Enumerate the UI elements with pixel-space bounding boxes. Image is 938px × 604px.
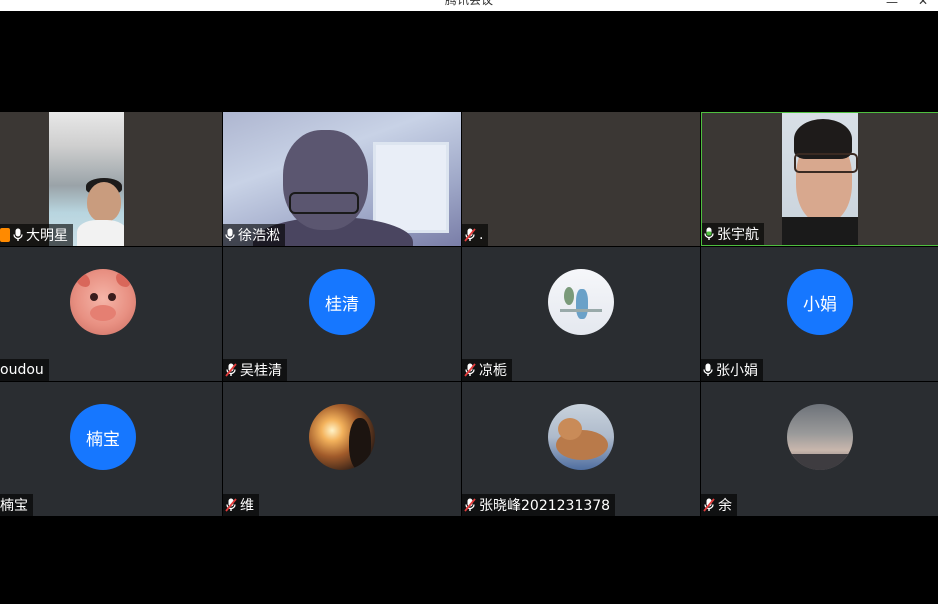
text-avatar: 小娟 bbox=[787, 269, 853, 335]
mic-muted-icon bbox=[225, 498, 237, 512]
mic-muted-icon bbox=[225, 363, 237, 377]
participant-name: 张宇航 bbox=[717, 227, 759, 243]
participant-name-label: oudou bbox=[0, 359, 49, 381]
title-bar: 腾讯会议 — ✕ bbox=[0, 0, 938, 11]
participant-name: 徐浩淞 bbox=[238, 228, 280, 244]
participant-tile-wei[interactable]: 维 bbox=[223, 382, 461, 516]
mic-on-icon bbox=[13, 228, 23, 242]
minimize-button[interactable]: — bbox=[886, 0, 898, 9]
participant-name-label: 张小娟 bbox=[701, 359, 763, 381]
participant-name-label: 维 bbox=[223, 494, 259, 516]
participant-tile-zhangxiaofeng[interactable]: 张晓峰2021231378 bbox=[462, 382, 700, 516]
participant-name-label: 凉栀 bbox=[462, 359, 512, 381]
participant-name-label: 余 bbox=[701, 494, 737, 516]
mic-muted-icon bbox=[464, 498, 476, 512]
mic-active-icon bbox=[704, 227, 714, 241]
participant-name-label: 张宇航 bbox=[702, 223, 764, 245]
participant-name-label: 张晓峰2021231378 bbox=[462, 494, 616, 516]
participant-tile-wuguiqing[interactable]: 桂清 吴桂清 bbox=[223, 247, 461, 381]
close-button[interactable]: ✕ bbox=[918, 0, 928, 8]
participant-name: 张晓峰2021231378 bbox=[479, 498, 611, 514]
text-avatar: 桂清 bbox=[309, 269, 375, 335]
participant-tile-oudou[interactable]: oudou bbox=[0, 247, 222, 381]
mic-on-icon bbox=[703, 363, 713, 377]
window-title: 腾讯会议 bbox=[444, 0, 493, 7]
participant-video bbox=[782, 113, 858, 245]
participant-tile-liangzhi[interactable]: 凉栀 bbox=[462, 247, 700, 381]
participant-name: . bbox=[479, 227, 484, 243]
participant-tile-yu[interactable]: 余 bbox=[701, 382, 938, 516]
participant-name-label: 徐浩淞 bbox=[223, 224, 285, 246]
participant-name: 楠宝 bbox=[0, 498, 28, 514]
participant-name-label: 楠宝 bbox=[0, 494, 33, 516]
sky-avatar bbox=[787, 404, 853, 470]
participant-tile-dot[interactable]: . bbox=[462, 112, 700, 246]
sunset-avatar bbox=[309, 404, 375, 470]
mic-muted-icon bbox=[464, 228, 476, 242]
participant-tile-nanbao[interactable]: 楠宝 楠宝 bbox=[0, 382, 222, 516]
participant-grid: 大明星 徐浩淞 . 张宇航 oudou 桂清 吴桂清 凉栀 小娟 张小娟 楠宝 … bbox=[0, 112, 938, 517]
mic-muted-icon bbox=[703, 498, 715, 512]
participant-name: oudou bbox=[0, 362, 44, 378]
participant-tile-damingxing[interactable]: 大明星 bbox=[0, 112, 222, 246]
mic-on-icon bbox=[225, 228, 235, 242]
participant-name: 大明星 bbox=[26, 228, 68, 244]
participant-name-label: 大明星 bbox=[0, 224, 73, 246]
participant-tile-xuhaosong[interactable]: 徐浩淞 bbox=[223, 112, 461, 246]
participant-name: 张小娟 bbox=[716, 363, 758, 379]
participant-name: 凉栀 bbox=[479, 363, 507, 379]
participant-name-label: . bbox=[462, 224, 489, 246]
participant-name: 吴桂清 bbox=[240, 363, 282, 379]
girl-desk-avatar bbox=[548, 269, 614, 335]
pig-avatar bbox=[70, 269, 136, 335]
participant-name: 维 bbox=[240, 498, 254, 514]
participant-name: 余 bbox=[718, 498, 732, 514]
mic-muted-icon bbox=[464, 363, 476, 377]
text-avatar: 楠宝 bbox=[70, 404, 136, 470]
participant-tile-zhangyuhang[interactable]: 张宇航 bbox=[701, 112, 938, 246]
participant-tile-zhangxiaojuan[interactable]: 小娟 张小娟 bbox=[701, 247, 938, 381]
cat-avatar bbox=[548, 404, 614, 470]
participant-name-label: 吴桂清 bbox=[223, 359, 287, 381]
screen-share-icon bbox=[0, 228, 10, 242]
